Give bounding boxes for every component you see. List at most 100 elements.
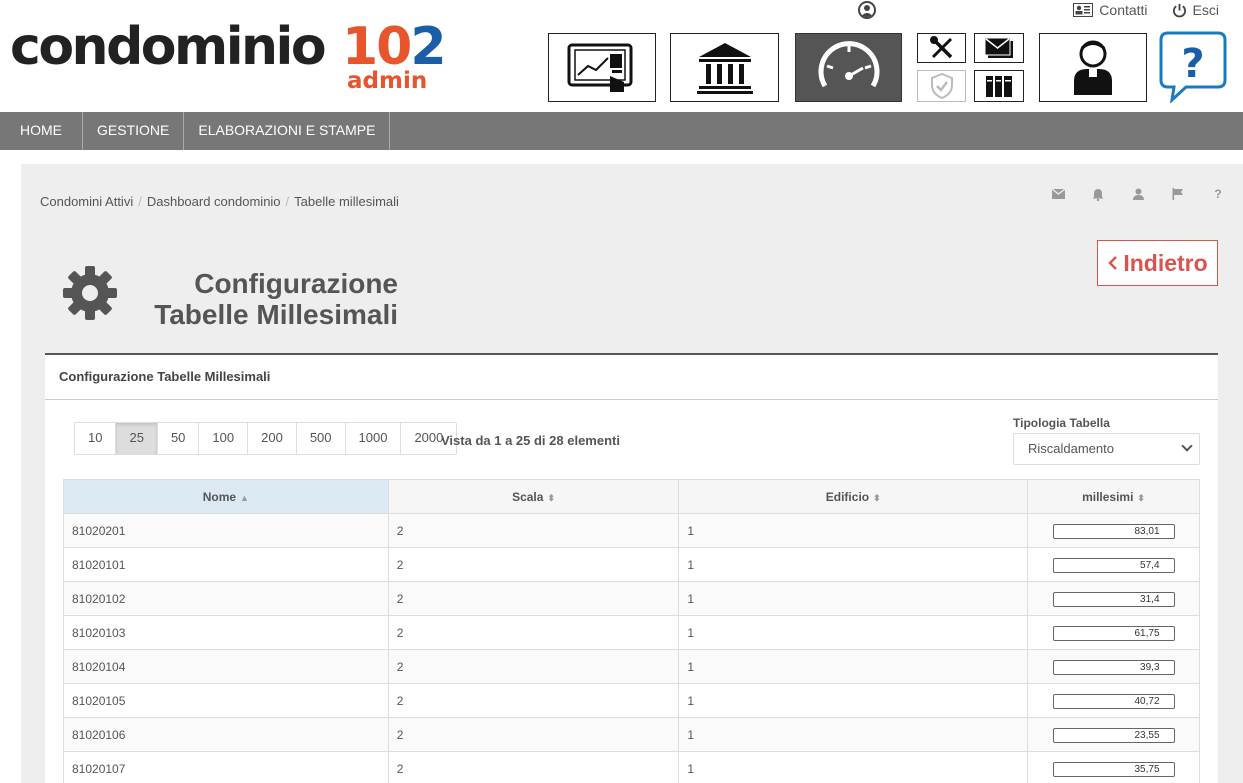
cell-edificio: 1 (678, 615, 1029, 650)
top-links: Contatti Esci (1073, 0, 1219, 20)
cell-scala: 2 (387, 717, 680, 752)
millesimi-input[interactable]: 39,3 (1052, 659, 1175, 675)
page-size-200[interactable]: 200 (248, 423, 297, 454)
breadcrumb-item[interactable]: Dashboard condominio (147, 194, 281, 209)
logo-wordmark: condominio (10, 17, 327, 77)
cell-scala: 2 (387, 683, 680, 718)
archive-tile-button[interactable] (974, 70, 1024, 102)
chevron-down-icon (1181, 440, 1193, 452)
table-row: 81020106 2 1 23,55 (63, 717, 1200, 752)
page-size-50[interactable]: 50 (157, 423, 200, 454)
nav-home[interactable]: HOME (0, 112, 83, 150)
sort-icon: ⬍ (873, 492, 881, 503)
table-row: 81020103 2 1 61,75 (63, 615, 1200, 650)
dashboard-tile-button[interactable] (548, 33, 656, 102)
cell-scala: 2 (387, 547, 680, 582)
cell-nome: 81020102 (63, 581, 389, 616)
account-icon[interactable] (858, 1, 876, 19)
table-row: 81020201 2 1 83,01 (63, 513, 1200, 548)
cell-edificio: 1 (678, 649, 1029, 684)
logo[interactable]: condominio 102 admin (10, 17, 447, 98)
table-row: 81020102 2 1 31,4 (63, 581, 1200, 616)
filter-label: Tipologia Tabella (1013, 416, 1110, 430)
table-row: 81020104 2 1 39,3 (63, 649, 1200, 684)
column-header-nome[interactable]: Nome ▲ (63, 479, 389, 514)
millesimi-input[interactable]: 35,75 (1052, 761, 1175, 777)
column-header-edificio[interactable]: Edificio ⬍ (678, 479, 1029, 514)
security-tile-button[interactable] (917, 70, 966, 102)
svg-text:?: ? (1181, 41, 1204, 87)
power-icon (1172, 3, 1186, 17)
cell-nome: 81020201 (63, 513, 389, 548)
page-size-100[interactable]: 100 (199, 423, 249, 454)
breadcrumb-current: Tabelle millesimali (294, 194, 399, 209)
page-title: Configurazione Tabelle Millesimali (154, 268, 398, 330)
results-info: Vista da 1 a 25 di 28 elementi (441, 433, 620, 448)
millesimi-input[interactable]: 83,01 (1052, 523, 1175, 539)
cell-millesimi: 23,55 (1027, 717, 1200, 752)
speedometer-tile-button[interactable] (795, 33, 902, 102)
header: condominio 102 admin Contatti Esci ? (0, 0, 1243, 112)
breadcrumb: Condomini Attivi / Dashboard condominio / Ta… (40, 194, 399, 209)
question-icon[interactable]: ? (1209, 186, 1227, 202)
profile-tile-button[interactable] (1039, 33, 1147, 102)
help-button[interactable]: ? (1158, 31, 1228, 105)
cell-nome: 81020104 (63, 649, 389, 684)
table-row: 81020107 2 1 35,75 (63, 751, 1200, 783)
millesimi-input[interactable]: 57,4 (1052, 557, 1175, 573)
user-small-icon[interactable] (1129, 186, 1147, 202)
millesimi-input[interactable]: 23,55 (1052, 727, 1175, 743)
millesimi-input[interactable]: 40,72 (1052, 693, 1175, 709)
cell-millesimi: 40,72 (1027, 683, 1200, 718)
messages-tile-button[interactable] (974, 33, 1024, 63)
books-icon (986, 76, 1012, 97)
table-row: 81020105 2 1 40,72 (63, 683, 1200, 718)
cell-scala: 2 (387, 649, 680, 684)
column-header-millesimi[interactable]: millesimi ⬍ (1027, 479, 1200, 514)
millesimi-input[interactable]: 61,75 (1052, 625, 1175, 641)
page-size-1000[interactable]: 1000 (345, 423, 402, 454)
cell-scala: 2 (387, 615, 680, 650)
flag-icon[interactable] (1169, 186, 1187, 202)
sort-icon: ⬍ (547, 492, 555, 503)
sort-asc-icon: ▲ (240, 492, 249, 503)
cell-scala: 2 (387, 581, 680, 616)
bank-icon (696, 42, 753, 94)
cell-millesimi: 31,4 (1027, 581, 1200, 616)
cell-millesimi: 83,01 (1027, 513, 1200, 548)
mail-icon[interactable] (1049, 186, 1067, 202)
gear-icon (63, 266, 117, 320)
cell-edificio: 1 (678, 513, 1029, 548)
bell-icon[interactable] (1089, 186, 1107, 202)
cell-edificio: 1 (678, 547, 1029, 582)
page-size-selector: 10 25 50 100 200 500 1000 2000 (74, 422, 458, 455)
table-type-select[interactable]: Riscaldamento (1013, 433, 1200, 465)
content-area: Condomini Attivi / Dashboard condominio / Ta… (21, 164, 1243, 783)
millesimi-panel: Configurazione Tabelle Millesimali 10 25… (45, 353, 1218, 783)
speedometer-icon (818, 40, 879, 87)
bank-tile-button[interactable] (670, 33, 779, 102)
sort-icon: ⬍ (1137, 492, 1145, 503)
cell-edificio: 1 (678, 717, 1029, 752)
cell-nome: 81020107 (63, 751, 389, 783)
contacts-link[interactable]: Contatti (1073, 0, 1148, 20)
breadcrumb-item[interactable]: Condomini Attivi (40, 194, 133, 209)
logout-link[interactable]: Esci (1172, 0, 1219, 20)
page-size-25[interactable]: 25 (116, 423, 158, 454)
page-size-500[interactable]: 500 (296, 423, 346, 454)
logo-subtitle: admin (347, 68, 428, 94)
cell-scala: 2 (387, 513, 680, 548)
cell-millesimi: 61,75 (1027, 615, 1200, 650)
column-header-scala[interactable]: Scala ⬍ (387, 479, 680, 514)
cell-millesimi: 35,75 (1027, 751, 1200, 783)
back-button[interactable]: Indietro (1097, 240, 1218, 286)
tools-tile-button[interactable] (917, 33, 966, 63)
page-size-10[interactable]: 10 (75, 423, 117, 454)
cell-edificio: 1 (678, 751, 1029, 783)
millesimi-input[interactable]: 31,4 (1052, 591, 1175, 607)
shield-check-icon (930, 73, 953, 99)
cell-nome: 81020106 (63, 717, 389, 752)
nav-gestione[interactable]: GESTIONE (83, 112, 185, 150)
cell-nome: 81020101 (63, 547, 389, 582)
nav-elaborazioni[interactable]: ELABORAZIONI E STAMPE (184, 112, 391, 150)
